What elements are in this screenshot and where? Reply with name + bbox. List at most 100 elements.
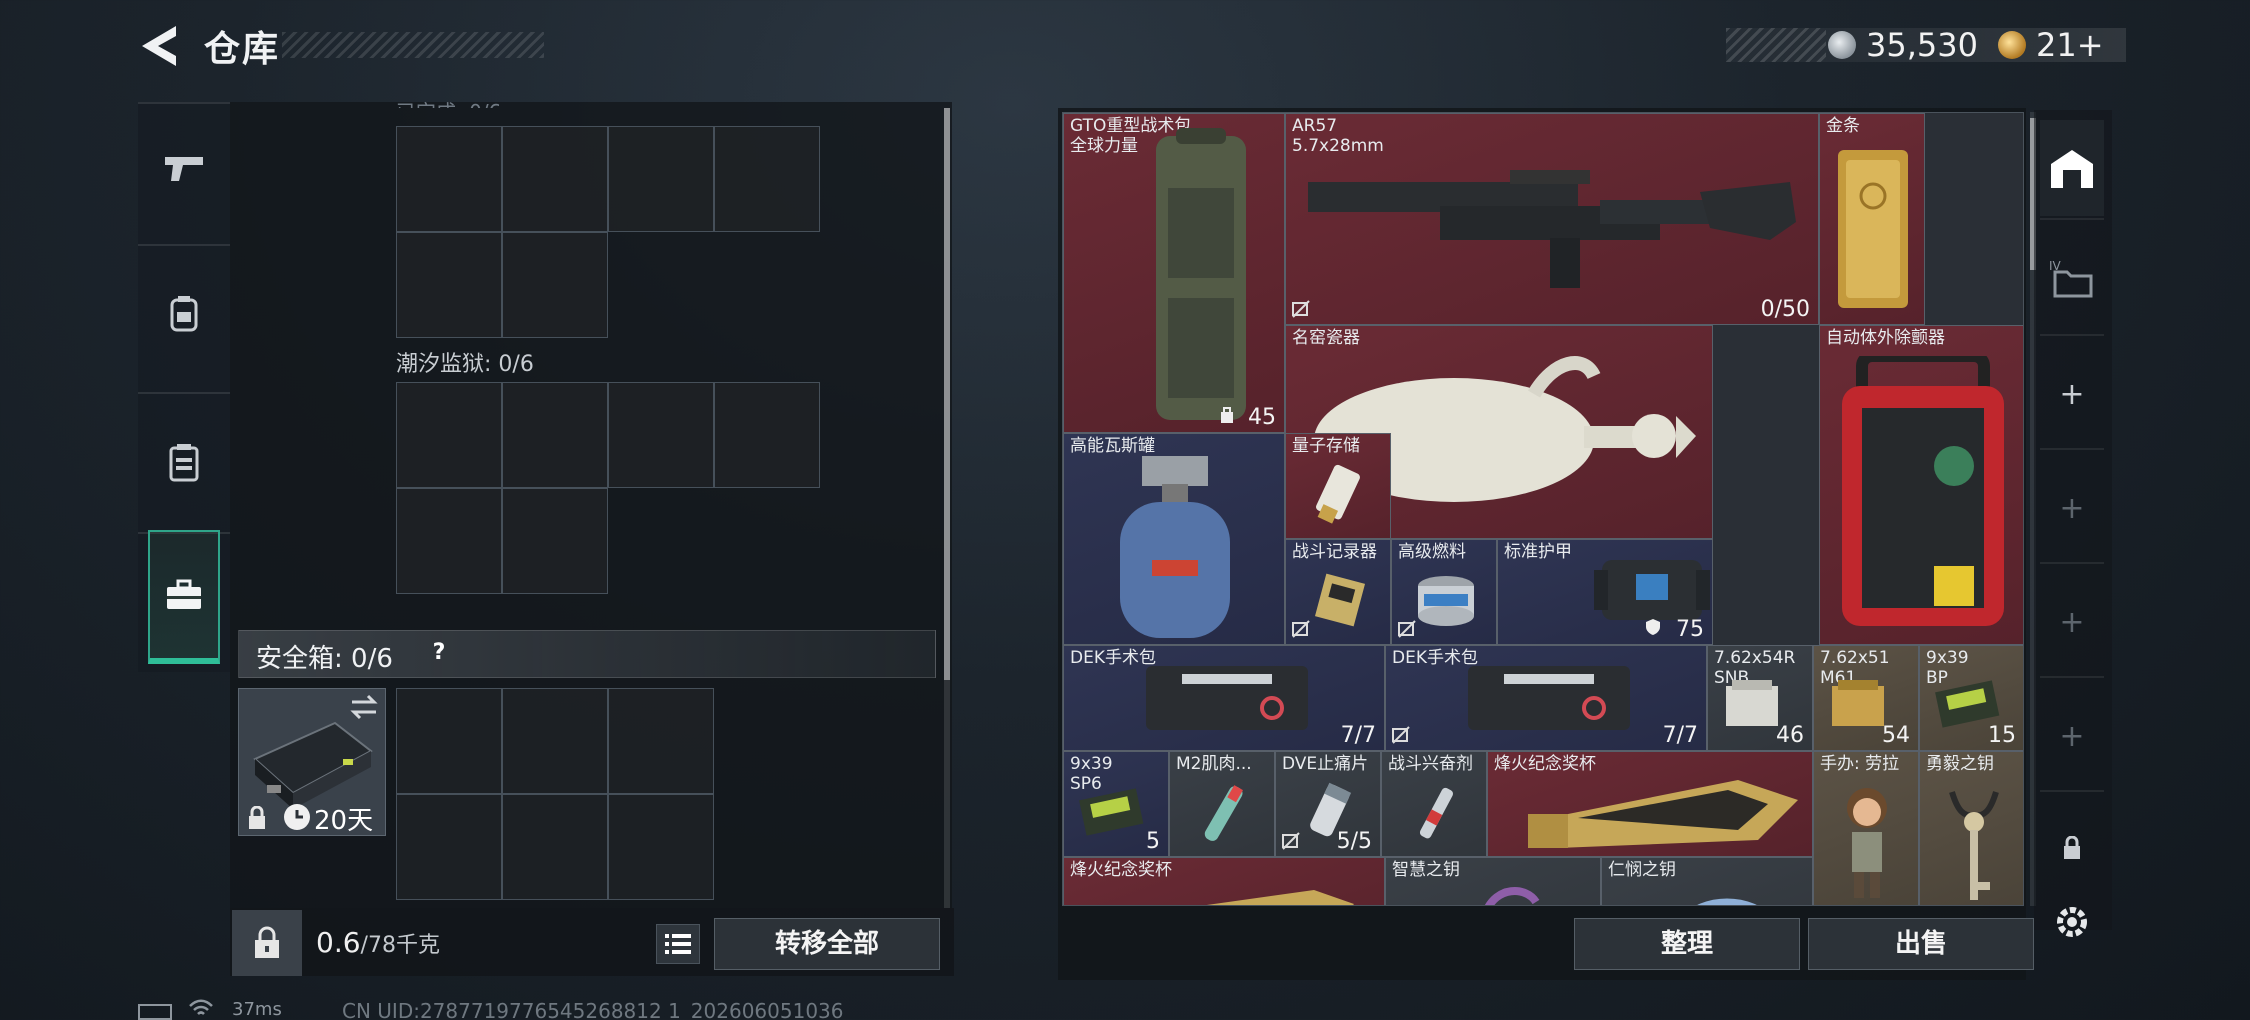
- item-count: 15: [1988, 723, 2016, 748]
- unmarked-tag-icon: [1292, 300, 1310, 318]
- stash-item-key-wisdom[interactable]: 智慧之钥: [1385, 857, 1601, 905]
- stash-item-m2-injector[interactable]: M2肌肉...: [1169, 751, 1275, 857]
- injector-image: [1204, 785, 1243, 841]
- item-name: 勇毅之钥: [1926, 754, 1994, 774]
- stash-item-ammo-9x39-sp6[interactable]: 9x39 SP6 5: [1063, 751, 1169, 857]
- stash-item-trophy-1[interactable]: 烽火纪念奖杯: [1487, 751, 1813, 857]
- stash-item-combat-recorder[interactable]: 战斗记录器: [1285, 539, 1391, 645]
- backpack-item-image: [1156, 128, 1246, 420]
- title-decoration: [282, 32, 544, 58]
- item-name: 量子存储: [1292, 436, 1360, 456]
- item-count: 7/7: [1662, 723, 1698, 748]
- item-count: 46: [1776, 723, 1804, 748]
- stash-item-advanced-fuel[interactable]: 高级燃料: [1391, 539, 1497, 645]
- item-count: 5: [1146, 829, 1160, 854]
- help-button[interactable]: ?: [424, 638, 454, 668]
- tidy-button[interactable]: 整理: [1574, 918, 1800, 970]
- stash-item-dek-kit-1[interactable]: DEK手术包 7/7: [1063, 645, 1385, 751]
- item-count: 0/50: [1760, 297, 1810, 322]
- carry-weight: 0.6/78千克: [316, 926, 440, 959]
- unmarked-tag-icon: [1392, 726, 1410, 744]
- item-name: 标准护甲: [1504, 542, 1572, 562]
- stash-item-gold-bar[interactable]: 金条: [1819, 113, 1925, 325]
- briefcase-icon: [167, 579, 201, 609]
- wifi-icon: [189, 999, 213, 1015]
- padlock-icon: [255, 926, 279, 958]
- stash-item-ammo-762x51[interactable]: 7.62x51 M61 54: [1813, 645, 1919, 751]
- stash-tab-add-3[interactable]: +: [2040, 574, 2104, 670]
- container-scroll-thumb[interactable]: [944, 108, 950, 680]
- network-ping: 37ms: [232, 999, 282, 1020]
- carry-weight-value: 0.6: [316, 926, 361, 959]
- stash-item-gto-backpack[interactable]: GTO重型战术包 全球力量 45: [1063, 113, 1285, 433]
- stash-item-ammo-762x54r[interactable]: 7.62x54R SNB 46: [1707, 645, 1813, 751]
- stash-item-dve-painkillers[interactable]: DVE止痛片 5/5: [1275, 751, 1381, 857]
- lock-icon: [246, 805, 268, 830]
- stash-grid[interactable]: GTO重型战术包 全球力量 45 AR57 5.7x28mm 0/50 金条 名…: [1062, 112, 2024, 906]
- safe-case-duration: 20天: [314, 806, 374, 836]
- unmarked-tag-icon: [1292, 620, 1310, 638]
- stash-item-quantum-storage[interactable]: 量子存储: [1285, 433, 1391, 539]
- item-name: 烽火纪念奖杯: [1070, 860, 1172, 880]
- swap-icon[interactable]: [348, 692, 380, 722]
- stash-item-key-courage[interactable]: 勇毅之钥: [1919, 751, 2023, 905]
- lock-button[interactable]: [232, 910, 302, 976]
- carry-weight-max: /78千克: [360, 933, 440, 958]
- stash-item-ar57[interactable]: AR57 5.7x28mm 0/50: [1285, 113, 1819, 325]
- stash-item-dek-kit-2[interactable]: DEK手术包 7/7: [1385, 645, 1707, 751]
- item-name: 战斗记录器: [1292, 542, 1377, 562]
- nav-equipment[interactable]: [148, 254, 220, 374]
- stash-item-combat-stimulant[interactable]: 战斗兴奋剂: [1381, 751, 1487, 857]
- pistol-icon: [165, 157, 203, 181]
- first-aid-kit-image: [1468, 666, 1630, 730]
- warehouse-icon: [2051, 150, 2093, 188]
- item-count: 5/5: [1336, 829, 1372, 854]
- settings-button[interactable]: [2040, 876, 2104, 968]
- unmarked-tag-icon: [1398, 620, 1416, 638]
- transfer-all-button[interactable]: 转移全部: [714, 918, 940, 970]
- stash-item-trophy-2[interactable]: 烽火纪念奖杯: [1063, 857, 1385, 905]
- list-view-button[interactable]: [656, 924, 700, 964]
- stash-tab-add-2[interactable]: +: [2040, 460, 2104, 556]
- stash-tab-add-1[interactable]: +: [2040, 346, 2104, 442]
- ammo-box-image: [1832, 680, 1884, 726]
- sell-button[interactable]: 出售: [1808, 918, 2034, 970]
- syringe-image: [1419, 787, 1454, 839]
- shield-icon: [1646, 619, 1660, 635]
- nav-armor[interactable]: [148, 402, 220, 522]
- plus-icon: +: [2059, 718, 2085, 754]
- list-icon: [665, 934, 691, 954]
- stash-item-gas-canister[interactable]: 高能瓦斯罐: [1063, 433, 1285, 645]
- safe-box-label: 安全箱: 0/6: [256, 644, 393, 674]
- nav-containers[interactable]: [148, 530, 220, 664]
- back-arrow-icon: [142, 26, 176, 66]
- item-name: 仁悯之钥: [1608, 860, 1676, 880]
- stash-tab-main[interactable]: [2040, 120, 2104, 216]
- stash-tab-add-4[interactable]: +: [2040, 688, 2104, 784]
- stash-item-key-mercy[interactable]: 仁悯之钥: [1601, 857, 1813, 905]
- folder-icon: IV: [2049, 259, 2093, 298]
- item-count: 7/7: [1340, 723, 1376, 748]
- container-label: 已完成: 0/6: [396, 96, 501, 108]
- item-name: M2肌肉...: [1176, 754, 1252, 774]
- left-category-nav: [138, 102, 230, 672]
- battery-icon: [138, 1004, 172, 1020]
- stash-item-figurine-lara[interactable]: 手办: 劳拉: [1813, 751, 1919, 905]
- stash-item-standard-armor[interactable]: 标准护甲 75: [1497, 539, 1713, 645]
- gear-icon: [2057, 907, 2087, 937]
- gold-currency-value[interactable]: 21+: [2036, 26, 2104, 64]
- nav-weapons[interactable]: [148, 108, 220, 228]
- user-uid: CN UID:2787719776545268812 1_20260605103…: [342, 999, 844, 1020]
- aed-item-image: [1842, 356, 2004, 626]
- gas-canister-image: [1120, 456, 1230, 638]
- back-button[interactable]: [136, 22, 182, 70]
- item-name: 战斗兴奋剂: [1388, 754, 1473, 774]
- ammo-box-image: [1726, 680, 1778, 726]
- stash-tab-4[interactable]: IV: [2040, 230, 2104, 326]
- fuel-can-image: [1418, 576, 1474, 626]
- item-name: 手办: 劳拉: [1820, 754, 1900, 774]
- item-name: 高能瓦斯罐: [1070, 436, 1155, 456]
- plus-icon: +: [2059, 376, 2085, 412]
- stash-item-ammo-9x39-bp[interactable]: 9x39 BP 15: [1919, 645, 2023, 751]
- stash-item-aed[interactable]: 自动体外除颤器: [1819, 325, 2023, 645]
